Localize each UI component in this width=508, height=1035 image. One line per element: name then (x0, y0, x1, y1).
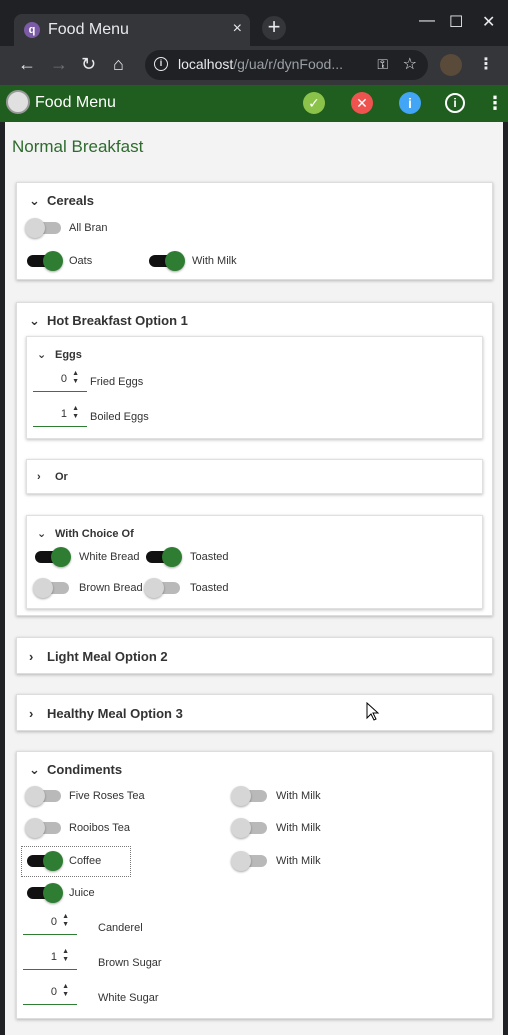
five-roses-label: Five Roses Tea (69, 790, 145, 802)
cereals-header[interactable]: ⌄ Cereals (29, 193, 94, 209)
juice-toggle[interactable] (25, 882, 63, 904)
canderel-label: Canderel (98, 922, 143, 934)
more-menu-icon[interactable]: ⋮ (484, 92, 506, 114)
content-area: Normal Breakfast ⌄ Cereals All Bran Oats … (5, 122, 503, 1035)
browser-toolbar: ← → ↻ ⌂ i localhost/g/ua/r/dynFood... ⚿ … (0, 46, 508, 85)
coffee-toggle[interactable] (25, 850, 63, 872)
oats-toggle[interactable] (25, 250, 63, 272)
canderel-stepper[interactable]: 0 ▲ ▼ (23, 913, 77, 935)
chevron-down-icon: ⌄ (29, 313, 40, 328)
chevron-down-icon: ⌄ (29, 762, 40, 777)
chevron-right-icon: › (37, 471, 41, 483)
white-sugar-stepper[interactable]: 0 ▲ ▼ (23, 983, 77, 1005)
oats-label: Oats (69, 255, 93, 267)
spinner-icon[interactable]: ▲ ▼ (62, 913, 69, 929)
back-arrow-icon[interactable]: ← (18, 54, 36, 75)
spinner-icon[interactable]: ▲ ▼ (72, 405, 79, 421)
spinner-icon[interactable]: ▲ ▼ (72, 370, 79, 386)
five-roses-toggle[interactable] (25, 785, 61, 807)
chevron-down-icon: ⌄ (37, 349, 47, 361)
site-info-icon[interactable]: i (154, 57, 168, 71)
eggs-header[interactable]: ⌄ Eggs (37, 348, 82, 361)
fried-eggs-label: Fried Eggs (90, 376, 144, 388)
key-icon[interactable]: ⚿ (377, 56, 388, 73)
white-bread-label: White Bread (79, 551, 140, 563)
app-title: Food Menu (35, 94, 116, 111)
rooibos-milk-toggle[interactable] (231, 817, 267, 839)
coffee-milk-toggle[interactable] (231, 850, 267, 872)
home-icon[interactable]: ⌂ (113, 54, 124, 75)
coffee-label: Coffee (69, 855, 102, 867)
light-meal-header[interactable]: › Light Meal Option 2 (29, 649, 168, 664)
rooibos-label: Rooibos Tea (69, 822, 130, 834)
cancel-x-icon[interactable]: ✕ (351, 92, 373, 114)
rooibos-toggle[interactable] (25, 817, 61, 839)
white-toasted-label: Toasted (190, 551, 229, 563)
new-tab-button[interactable]: + (262, 16, 286, 40)
healthy-meal-panel: › Healthy Meal Option 3 (16, 694, 493, 731)
app-logo-icon (6, 90, 30, 114)
with-choice-header[interactable]: ⌄ With Choice Of (37, 527, 134, 540)
with-choice-subpanel: ⌄ With Choice Of White Bread Toasted Brow… (26, 515, 483, 609)
app-bar: Food Menu ✓ ✕ i i ⋮ (0, 85, 508, 122)
chevron-down-icon: ⌄ (37, 528, 47, 540)
white-toasted-toggle[interactable] (144, 546, 182, 568)
hot-breakfast-header[interactable]: ⌄ Hot Breakfast Option 1 (29, 313, 188, 329)
coffee-milk-label: With Milk (276, 855, 321, 867)
address-bar[interactable]: i localhost/g/ua/r/dynFood... ⚿ ☆ (145, 50, 428, 80)
browser-chrome: q Food Menu × + — ☐ ✕ ← → ↻ ⌂ i localhos… (0, 0, 508, 85)
juice-label: Juice (69, 887, 95, 899)
white-sugar-label: White Sugar (98, 992, 159, 1004)
bookmark-star-icon[interactable]: ☆ (403, 54, 417, 74)
chevron-down-icon: ⌄ (29, 193, 40, 208)
spinner-icon[interactable]: ▲ ▼ (62, 983, 69, 999)
condiments-header[interactable]: ⌄ Condiments (29, 762, 122, 778)
info-outline-icon[interactable]: i (445, 93, 465, 113)
fried-eggs-stepper[interactable]: 0 ▲ ▼ (33, 370, 87, 392)
tab-title: Food Menu (48, 21, 129, 38)
or-header[interactable]: › Or (37, 471, 68, 483)
five-roses-milk-toggle[interactable] (231, 785, 267, 807)
browser-tab[interactable]: q Food Menu × (14, 14, 250, 46)
boiled-eggs-label: Boiled Eggs (90, 411, 149, 423)
browser-menu-icon[interactable]: ⋮ (478, 54, 494, 74)
rooibos-milk-label: With Milk (276, 822, 321, 834)
brown-bread-toggle[interactable] (33, 577, 69, 599)
brown-toasted-toggle[interactable] (144, 577, 180, 599)
confirm-check-icon[interactable]: ✓ (303, 92, 325, 114)
chevron-right-icon: › (29, 706, 34, 721)
white-bread-toggle[interactable] (33, 546, 71, 568)
window-close-icon[interactable]: ✕ (482, 12, 495, 32)
eggs-subpanel: ⌄ Eggs 0 ▲ ▼ Fried Eggs 1 ▲ ▼ Boiled Eggs (26, 336, 483, 439)
reload-icon[interactable]: ↻ (81, 54, 96, 75)
favicon-icon: q (24, 22, 40, 38)
brown-sugar-stepper[interactable]: 1 ▲ ▼ (23, 948, 77, 970)
healthy-meal-header[interactable]: › Healthy Meal Option 3 (29, 706, 183, 721)
forward-arrow-icon[interactable]: → (50, 54, 68, 75)
info-circle-icon[interactable]: i (399, 92, 421, 114)
page-title: Normal Breakfast (12, 137, 144, 156)
condiments-panel: ⌄ Condiments Five Roses Tea With Milk Roo… (16, 751, 493, 1019)
url-text: localhost/g/ua/r/dynFood... (178, 56, 343, 72)
minimize-icon[interactable]: — (419, 12, 435, 30)
light-meal-panel: › Light Meal Option 2 (16, 637, 493, 674)
spinner-icon[interactable]: ▲ ▼ (62, 948, 69, 964)
boiled-eggs-stepper[interactable]: 1 ▲ ▼ (33, 405, 87, 427)
oats-with-milk-label: With Milk (192, 255, 237, 267)
brown-bread-label: Brown Bread (79, 582, 143, 594)
maximize-icon[interactable]: ☐ (449, 12, 463, 32)
mouse-cursor-icon (366, 702, 380, 721)
brown-toasted-label: Toasted (190, 582, 229, 594)
all-bran-toggle[interactable] (25, 217, 61, 239)
tab-close-icon[interactable]: × (233, 20, 242, 38)
chevron-right-icon: › (29, 649, 34, 664)
or-subpanel: › Or (26, 459, 483, 494)
profile-avatar[interactable] (440, 54, 462, 76)
hot-breakfast-panel: ⌄ Hot Breakfast Option 1 ⌄ Eggs 0 ▲ ▼ Fried … (16, 302, 493, 616)
all-bran-label: All Bran (69, 222, 108, 234)
oats-with-milk-toggle[interactable] (147, 250, 185, 272)
five-roses-milk-label: With Milk (276, 790, 321, 802)
brown-sugar-label: Brown Sugar (98, 957, 162, 969)
cereals-panel: ⌄ Cereals All Bran Oats With Milk (16, 182, 493, 280)
